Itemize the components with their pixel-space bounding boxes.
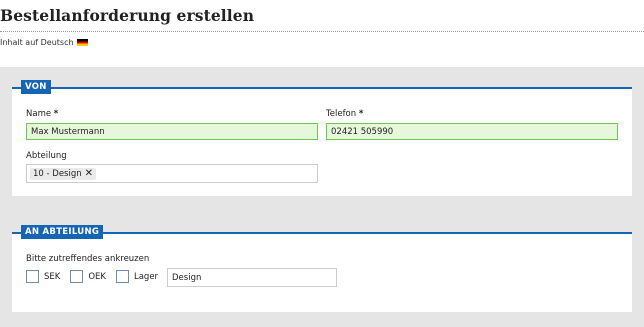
checkbox-oek[interactable]	[70, 270, 84, 283]
instruction-label: Bitte zutreffendes ankreuzen	[26, 254, 150, 264]
phone-input[interactable]: 02421 505990	[326, 123, 618, 140]
german-flag-icon[interactable]	[76, 39, 88, 46]
required-marker: *	[53, 109, 59, 119]
department-select[interactable]: 10 - Design ✕	[26, 164, 318, 183]
language-note-text: Inhalt auf Deutsch	[0, 38, 74, 47]
checkbox-lager[interactable]	[115, 270, 129, 283]
title-divider	[0, 31, 644, 32]
checkbox-sek[interactable]	[26, 270, 39, 283]
von-section-rule	[12, 87, 632, 89]
department-label: Abteilung	[26, 151, 67, 161]
name-label-text: Name	[26, 109, 52, 119]
an-abteilung-section: AN ABTEILUNG Bitte zutreffendes ankreuze…	[12, 225, 632, 312]
von-section: VON Name * Max Mustermann Telefon * 0242…	[12, 80, 632, 196]
name-label: Name *	[26, 109, 58, 119]
phone-label: Telefon *	[326, 109, 363, 119]
phone-label-text: Telefon	[326, 109, 357, 119]
checkbox-oek-label: OEK	[88, 271, 106, 282]
department-tag: 10 - Design ✕	[30, 167, 97, 180]
remove-tag-icon[interactable]: ✕	[85, 168, 93, 179]
department-tag-label: 10 - Design	[33, 168, 82, 179]
page-title: Bestellanforderung erstellen	[0, 6, 255, 25]
von-legend: VON	[21, 80, 51, 94]
department-text-input[interactable]: Design	[167, 268, 337, 287]
an-abteilung-legend: AN ABTEILUNG	[21, 225, 104, 239]
an-abteilung-section-rule	[12, 232, 632, 234]
checkbox-sek-label: SEK	[44, 271, 61, 282]
required-marker: *	[358, 109, 364, 119]
language-note: Inhalt auf Deutsch	[0, 38, 88, 47]
name-input[interactable]: Max Mustermann	[26, 123, 318, 140]
department-checkbox-row: SEK OEK Lager	[26, 270, 168, 283]
checkbox-lager-label: Lager	[133, 271, 159, 282]
